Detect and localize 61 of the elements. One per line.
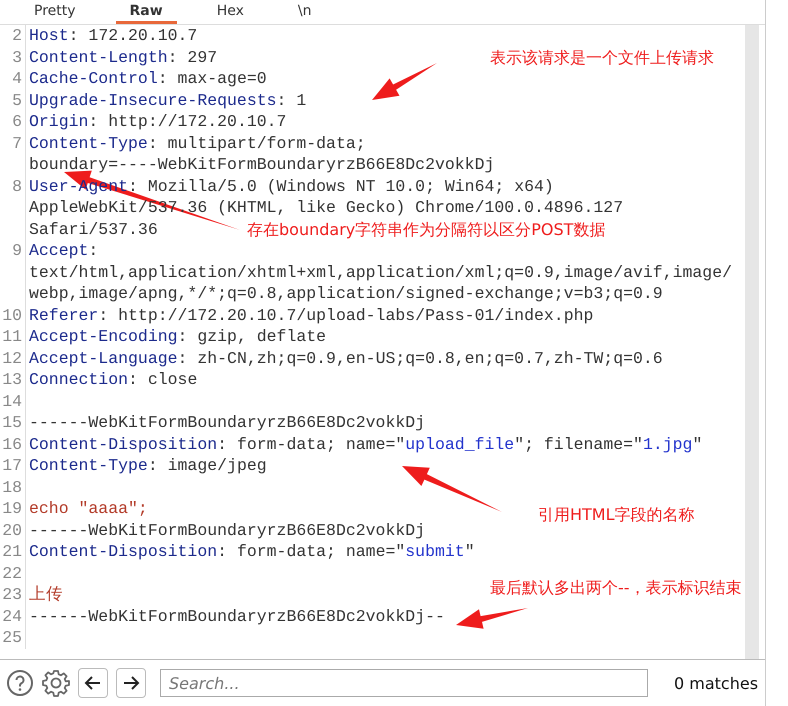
line-number: 18 [0, 476, 26, 498]
code-line: Content-Length: 297 [29, 48, 218, 66]
line-number: 19 [0, 498, 26, 520]
line-number: 2 [0, 25, 26, 46]
code-line: Content-Type: image/jpeg [29, 456, 267, 475]
line-number: 11 [0, 326, 26, 348]
help-icon[interactable] [6, 669, 34, 697]
line-number: 12 [0, 348, 26, 369]
code-line: echo "aaaa"; [29, 499, 148, 518]
code-line: Accept: [29, 241, 98, 260]
line-number: 9 [0, 240, 26, 304]
line-number: 5 [0, 90, 26, 111]
line-number: 22 [0, 562, 26, 584]
code-line: Origin: http://172.20.10.7 [29, 112, 286, 131]
code-line: Connection: close [29, 370, 198, 389]
code-line: Host: 172.20.10.7 [29, 26, 198, 45]
tab[interactable]: Pretty [20, 0, 90, 24]
line-number: 25 [0, 627, 26, 648]
forward-button[interactable] [116, 668, 146, 698]
code-line: Accept-Language: zh-CN,zh;q=0.9,en-US;q=0.8,en;q=0.7,zh-TW;q=0.6 [29, 348, 663, 368]
back-button[interactable] [78, 668, 108, 698]
code-line: Accept-Encoding: gzip, deflate [29, 327, 326, 346]
line-number: 6 [0, 111, 26, 132]
line-number: 24 [0, 606, 26, 627]
line-number: 7 [0, 132, 26, 176]
line-number: 14 [0, 390, 26, 412]
code-line: Content-Type: multipart/form-data; [29, 134, 366, 152]
line-number: 13 [0, 369, 26, 390]
line-number: 8 [0, 176, 26, 240]
code-line: ------WebKitFormBoundaryrzB66E8Dc2vokkDj [29, 413, 426, 432]
line-number: 10 [0, 304, 26, 326]
annotation-text: 存在boundary字符串作为分隔符以区分POST数据 [247, 220, 606, 241]
code-line: webp,image/apng,*/*;q=0.8,application/signed-exchange;v=b3;q=0.9 [29, 284, 663, 303]
search-field[interactable]: Search... [160, 669, 648, 697]
code-line: Upgrade-Insecure-Requests: 1 [29, 90, 306, 110]
annotation-arrow [372, 63, 437, 100]
code-line: Safari/537.36 [29, 220, 158, 238]
code-line: ------WebKitFormBoundaryrzB66E8Dc2vokkDj-- [29, 606, 445, 626]
code-line: text/html,application/xhtml+xml,application/xml;q=0.9,image/avif,image/ [29, 262, 732, 282]
line-number: 16 [0, 434, 26, 455]
scrollbar[interactable] [745, 25, 759, 659]
line-number: 17 [0, 455, 26, 476]
settings-icon[interactable] [42, 669, 70, 697]
line-number: 3 [0, 46, 26, 68]
code-line: Content-Disposition: form-data; name="submit" [29, 542, 475, 561]
line-number: 20 [0, 520, 26, 541]
tab[interactable]: Raw [116, 0, 177, 24]
code-line: ------WebKitFormBoundaryrzB66E8Dc2vokkDj [29, 520, 426, 540]
line-number: 15 [0, 412, 26, 434]
match-count: 0 matches [674, 674, 758, 692]
code-line: Referer: http://172.20.10.7/upload-labs/Pass-01/index.php [29, 306, 594, 324]
tab[interactable]: \n [284, 0, 326, 24]
line-number: 4 [0, 68, 26, 90]
tab[interactable]: Hex [202, 0, 258, 24]
code-line: boundary=----WebKitFormBoundaryrzB66E8Dc2vokkDj [29, 155, 494, 174]
annotation-arrow [456, 608, 528, 629]
code-line: Content-Disposition: form-data; name="upload_file"; filename="1.jpg" [29, 434, 702, 454]
line-number: 21 [0, 541, 26, 562]
code-line: Cache-Control: max-age=0 [29, 69, 267, 88]
line-number: 23 [0, 584, 26, 606]
code-line: 上传 [29, 585, 63, 604]
